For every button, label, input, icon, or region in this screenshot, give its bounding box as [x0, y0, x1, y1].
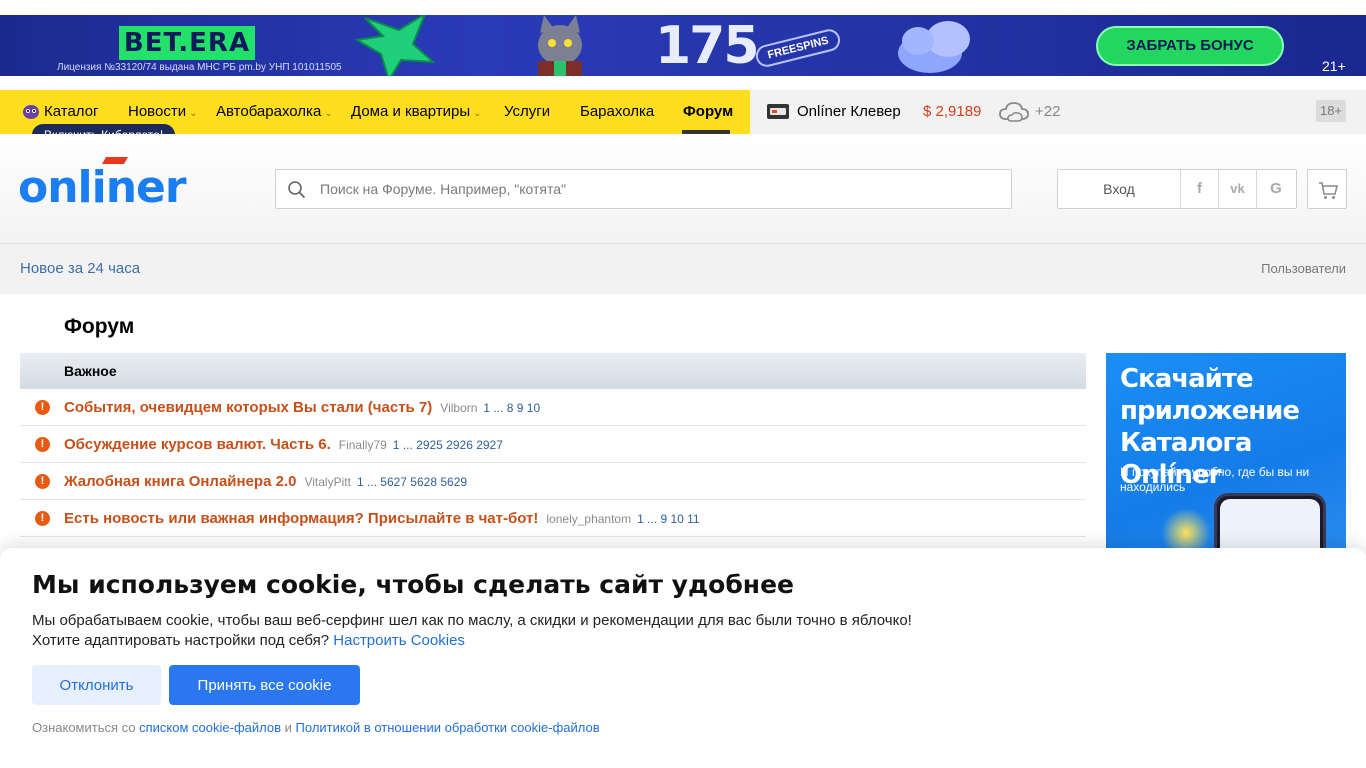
cookie-text-question: Хотите адаптировать настройки под себя? [32, 632, 330, 649]
alien-icon [23, 105, 39, 119]
decline-button[interactable]: Отклонить [32, 665, 161, 705]
topic-title[interactable]: Есть новость или важная информация? Прис… [64, 500, 700, 538]
cookie-description: Мы обрабатываем cookie, чтобы ваш веб-се… [32, 611, 1032, 651]
ad-license-text: Лицензия №33120/74 выдана МНС РБ pm.by У… [57, 62, 342, 73]
section-header [20, 353, 1086, 389]
klever-link[interactable]: Onlíner Клевер [797, 90, 901, 134]
table-row: ! События, очевидцем которых Вы стали (ч… [20, 389, 1086, 426]
klever-label: Onlíner Клевер [797, 103, 901, 120]
important-icon: ! [35, 400, 50, 415]
facebook-icon[interactable]: f [1181, 170, 1219, 208]
ad-brand-logo: BET.ERA [119, 26, 255, 60]
star-icon [355, 15, 435, 76]
cart-icon [1319, 182, 1338, 199]
topic-pages[interactable]: 1 ... 8 9 10 [483, 401, 540, 415]
topic-title[interactable]: События, очевидцем которых Вы стали (час… [64, 389, 540, 427]
onliner-logo[interactable]: onliner [18, 160, 187, 216]
topic-title[interactable]: Жалобная книга Онлайнера 2.0 VitalyPitt 1 … [64, 463, 467, 501]
cookie-footer: Ознакомиться со списком cookie-файлов и … [32, 720, 600, 735]
topic-author[interactable]: Finally79 [339, 438, 387, 452]
vk-icon[interactable]: vk [1219, 170, 1257, 208]
section-title: Важное [64, 363, 117, 379]
topic-author[interactable]: lonely_phantom [546, 512, 631, 526]
important-icon: ! [35, 437, 50, 452]
cookie-title: Мы используем cookie, чтобы сделать сайт… [32, 570, 794, 599]
cookie-foot-prefix: Ознакомиться со [32, 720, 136, 735]
cloud-icon [999, 102, 1029, 122]
login-button[interactable]: Вход [1058, 170, 1181, 208]
cart-button[interactable] [1307, 169, 1347, 209]
nav-realty[interactable]: Дома и квартиры ⌄ [351, 90, 482, 134]
nav-auto[interactable]: Автобарахолка ⌄ [216, 90, 333, 134]
important-icon: ! [35, 474, 50, 489]
nav-spacer [0, 76, 1366, 90]
klever-card-icon [767, 104, 789, 119]
cookie-text-line1: Мы обрабатываем cookie, чтобы ваш веб-се… [32, 612, 912, 629]
users-link[interactable]: Пользователи [1261, 244, 1346, 294]
nav-forum-label: Форум [683, 103, 734, 120]
nav-catalog-label: Каталог [44, 103, 99, 120]
topic-title-text[interactable]: Есть новость или важная информация? Прис… [64, 510, 538, 527]
topic-pages[interactable]: 1 ... 9 10 11 [637, 512, 700, 526]
top-spacer [0, 0, 1366, 15]
topic-title[interactable]: Обсуждение курсов валют. Часть 6. Finally… [64, 426, 503, 464]
topic-pages[interactable]: 1 ... 5627 5628 5629 [357, 475, 467, 489]
coins-cloud-icon [898, 21, 970, 73]
new-24h-link[interactable]: Новое за 24 часа [20, 244, 140, 294]
age-restriction-badge: 18+ [1316, 100, 1346, 122]
ad-age-limit: 21+ [1322, 58, 1346, 74]
nav-baraholka-label: Барахолка [580, 103, 655, 120]
cookie-text-line2: Хотите адаптировать настройки под себя? … [32, 631, 1032, 651]
cookie-list-link[interactable]: списком cookie-файлов [139, 720, 281, 735]
search-icon [288, 181, 306, 199]
chevron-down-icon: ⌄ [324, 108, 333, 119]
nav-services[interactable]: Услуги [504, 90, 550, 134]
topic-title-text[interactable]: Обсуждение курсов валют. Часть 6. [64, 436, 331, 453]
topic-author[interactable]: Vilborn [440, 401, 477, 415]
page-title: Форум [64, 315, 135, 338]
app-promo-subtitle: И покупайте удобно, где бы вы ни находил… [1120, 465, 1310, 494]
table-row: ! Обсуждение курсов валют. Часть 6. Final… [20, 426, 1086, 463]
logo-accent-mark [101, 157, 129, 164]
usd-rate[interactable]: $ 2,9189 [923, 90, 981, 134]
topic-title-text[interactable]: События, очевидцем которых Вы стали (час… [64, 399, 432, 416]
chevron-down-icon: ⌄ [473, 108, 482, 119]
cookie-settings-link[interactable]: Настроить Cookies [333, 632, 465, 649]
google-icon[interactable]: G [1257, 170, 1295, 208]
table-row: ! Жалобная книга Онлайнера 2.0 VitalyPitt… [20, 463, 1086, 500]
forum-subnav [0, 244, 1366, 294]
nav-news-label: Новости [128, 103, 187, 120]
ad-banner[interactable]: BET.ERA Лицензия №33120/74 выдана МНС РБ… [0, 15, 1366, 76]
topic-author[interactable]: VitalyPitt [304, 475, 350, 489]
topic-pages[interactable]: 1 ... 2925 2926 2927 [393, 438, 503, 452]
search-input[interactable] [310, 170, 1000, 208]
nav-forum[interactable]: Форум [683, 90, 733, 134]
temperature[interactable]: +22 [1035, 90, 1060, 134]
nav-baraholka[interactable]: Барахолка [580, 90, 654, 134]
accept-all-button[interactable]: Принять все cookie [169, 665, 360, 705]
ad-bonus-button[interactable]: ЗАБРАТЬ БОНУС [1096, 26, 1284, 66]
page: BET.ERA Лицензия №33120/74 выдана МНС РБ… [0, 0, 1366, 768]
nav-services-label: Услуги [504, 103, 551, 120]
ad-freespins-badge: FREESPINS [753, 26, 843, 70]
nav-auto-label: Автобарахолка [216, 103, 322, 120]
ad-number: 175 [655, 16, 760, 76]
cookie-policy-link[interactable]: Политикой в отношении обработки cookie-ф… [296, 720, 600, 735]
nav-realty-label: Дома и квартиры [351, 103, 471, 120]
table-row: ! Есть новость или важная информация? Пр… [20, 500, 1086, 537]
chevron-down-icon: ⌄ [189, 108, 198, 119]
important-icon: ! [35, 511, 50, 526]
cat-mascot-icon [538, 15, 582, 76]
topic-title-text[interactable]: Жалобная книга Онлайнера 2.0 [64, 473, 296, 490]
cookie-foot-and: и [284, 720, 292, 735]
